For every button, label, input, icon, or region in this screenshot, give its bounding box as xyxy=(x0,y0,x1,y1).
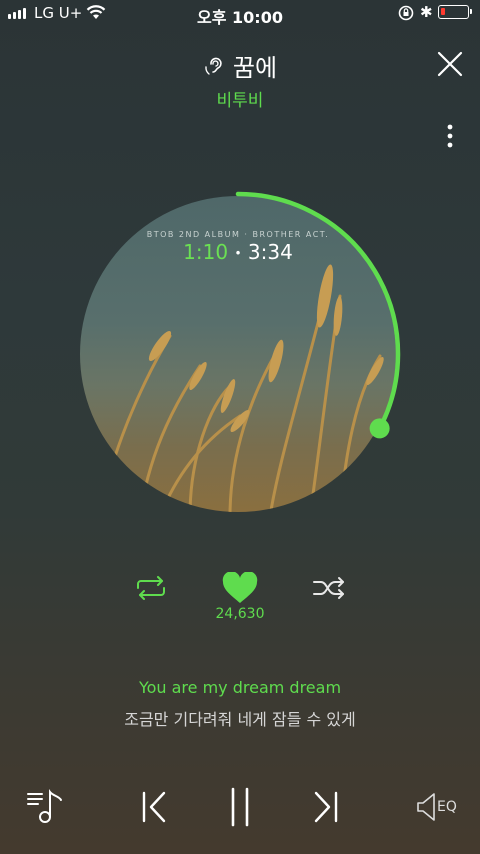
equalizer-speaker-icon xyxy=(417,793,435,821)
lyric-next[interactable]: 조금만 기다려줘 네게 잠들 수 있게 xyxy=(0,706,480,730)
progress-ring[interactable] xyxy=(0,0,480,560)
previous-icon[interactable] xyxy=(140,790,168,824)
eq-label: EQ xyxy=(437,799,457,815)
heart-icon[interactable] xyxy=(222,572,258,604)
equalizer-button[interactable]: EQ xyxy=(416,792,457,822)
progress-arc xyxy=(235,191,401,431)
lyric-current[interactable]: You are my dream dream xyxy=(0,678,480,697)
shuffle-icon[interactable] xyxy=(312,576,346,600)
pause-icon[interactable] xyxy=(228,786,252,828)
repeat-icon[interactable] xyxy=(134,576,168,600)
playback-controls: EQ xyxy=(0,782,480,834)
progress-knob[interactable] xyxy=(369,418,390,439)
next-icon[interactable] xyxy=(312,790,340,824)
playlist-icon[interactable] xyxy=(26,786,66,826)
mid-controls: 24,630 xyxy=(0,570,480,630)
like-count: 24,630 xyxy=(215,606,265,622)
